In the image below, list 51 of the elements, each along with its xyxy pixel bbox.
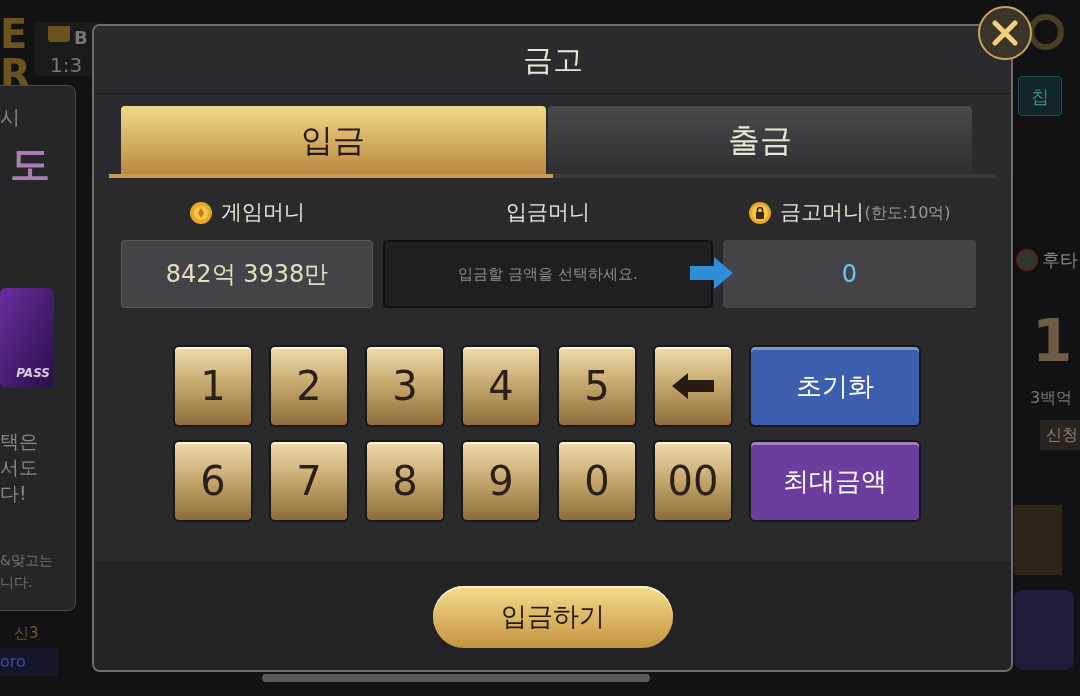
- limit-note: (한도:10억): [864, 202, 951, 224]
- promo-text: 택은: [0, 429, 38, 454]
- game-money-field: 842억 3938만: [121, 240, 373, 308]
- big-number: 1: [1032, 312, 1073, 370]
- close-icon: [991, 19, 1019, 47]
- rank-label: B: [74, 26, 88, 50]
- action-key[interactable]: 초기화: [749, 345, 921, 427]
- score-text: 1:3: [50, 52, 83, 79]
- player-level: 신3: [14, 623, 39, 644]
- promo-text: 서도: [0, 455, 38, 480]
- vault-money-field: 0: [723, 240, 976, 308]
- deposit-button[interactable]: 입금하기: [432, 585, 673, 648]
- emblem-icon: [1016, 248, 1038, 271]
- left-arrow-icon: [670, 371, 716, 401]
- number-key[interactable]: 0: [557, 440, 637, 522]
- dialog-title: 금고: [522, 41, 583, 79]
- column-label: 입금머니: [506, 199, 590, 227]
- promo-text: 니다.: [0, 573, 34, 592]
- close-button[interactable]: [978, 6, 1032, 60]
- number-key[interactable]: 9: [461, 440, 541, 522]
- tab[interactable]: 입금: [121, 106, 546, 174]
- lock-coin-icon: [748, 201, 773, 225]
- number-key[interactable]: 5: [557, 345, 637, 427]
- apply-button[interactable]: 신청: [1040, 420, 1080, 450]
- column-label: 금고머니: [780, 199, 865, 227]
- chip-button[interactable]: 칩: [1018, 76, 1062, 116]
- backspace-key[interactable]: [653, 345, 733, 427]
- number-key[interactable]: 00: [653, 440, 733, 522]
- pass-badge: PASS: [0, 288, 54, 388]
- promo-headline: 도: [10, 140, 50, 189]
- number-key[interactable]: 8: [365, 440, 445, 522]
- amount-text: 3백억: [1030, 387, 1073, 409]
- event-thumbnail: [1014, 505, 1062, 575]
- promo-text: 시: [0, 104, 20, 131]
- number-key[interactable]: 1: [173, 345, 253, 427]
- right-arrow-icon: [690, 256, 734, 290]
- number-key[interactable]: 6: [173, 440, 253, 522]
- number-key[interactable]: 7: [269, 440, 349, 522]
- promo-text: &맞고는: [0, 551, 53, 570]
- number-key[interactable]: 2: [269, 345, 349, 427]
- action-key[interactable]: 최대금액: [749, 440, 921, 522]
- promo-text: 다!: [0, 481, 28, 506]
- tab[interactable]: 출금: [547, 106, 972, 174]
- number-key[interactable]: 4: [461, 345, 541, 427]
- number-key[interactable]: 3: [365, 345, 445, 427]
- player-name: oro: [0, 648, 58, 676]
- deposit-amount-field[interactable]: 입금할 금액을 선택하세요.: [383, 240, 713, 308]
- player-label: 후타: [1042, 248, 1078, 272]
- column-label: 게임머니: [221, 199, 305, 227]
- coin-icon: [189, 201, 213, 225]
- logo-letter: E: [0, 14, 29, 54]
